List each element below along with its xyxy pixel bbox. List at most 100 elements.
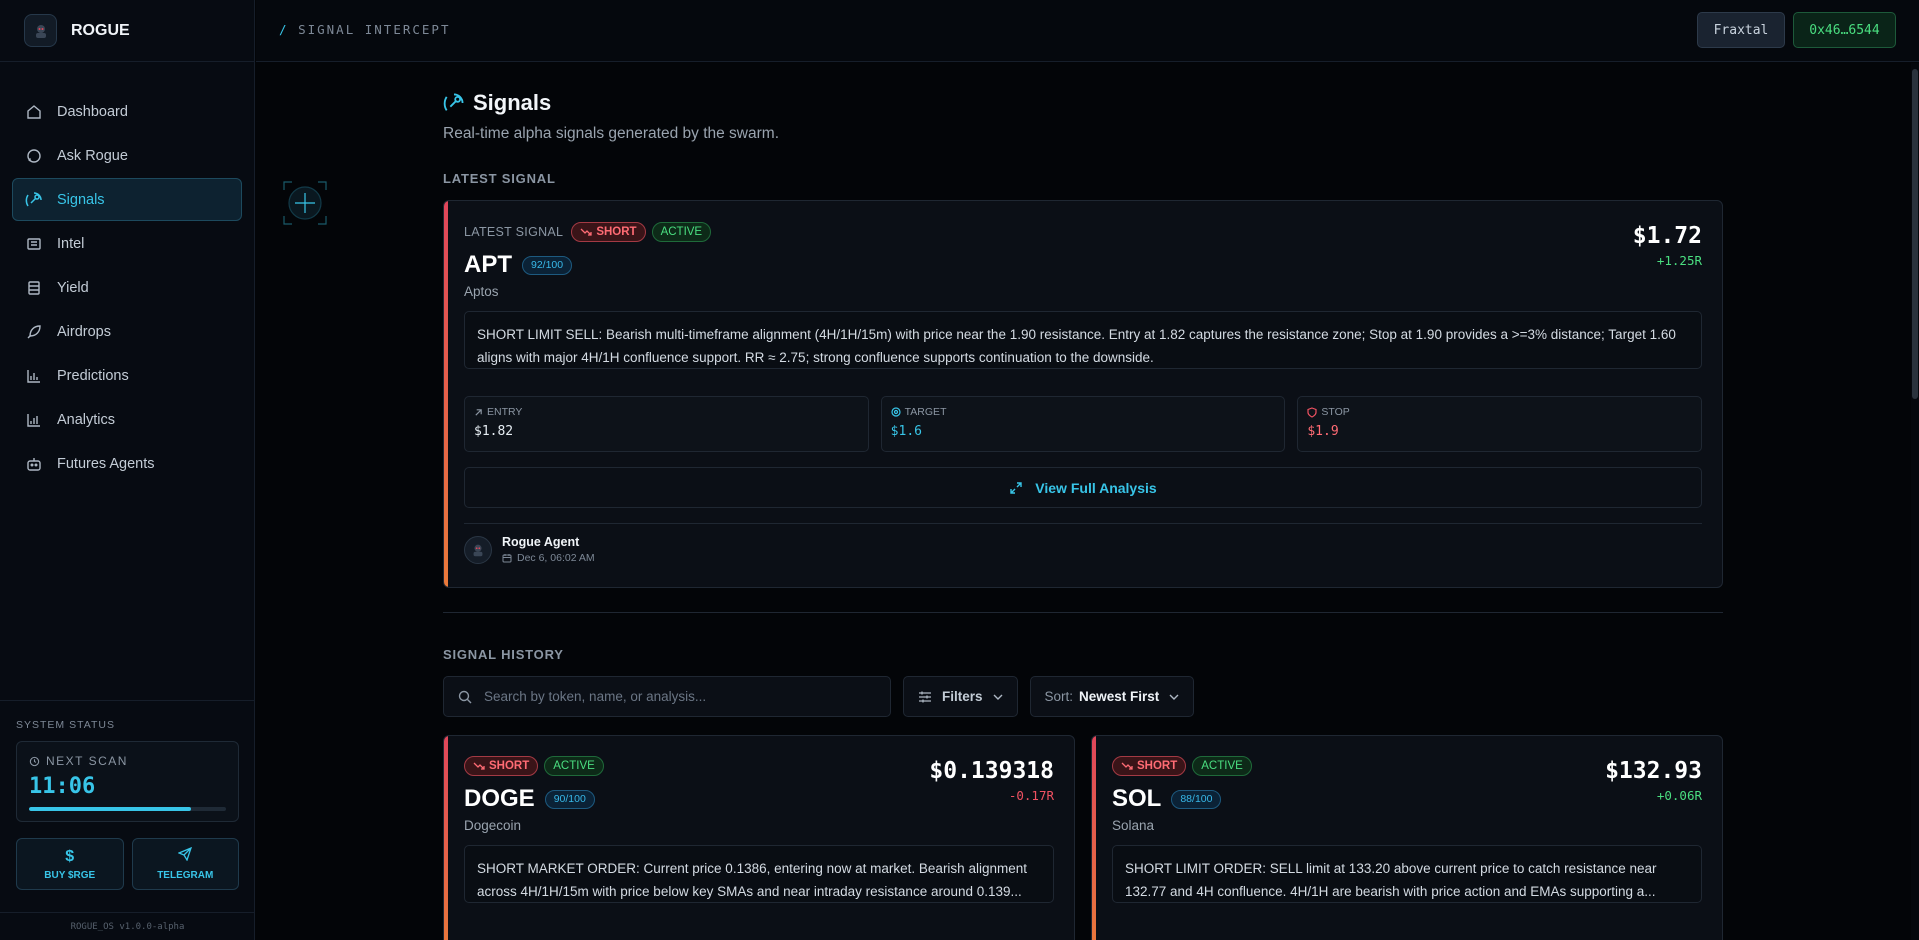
sidebar-item-predictions[interactable]: Predictions bbox=[12, 354, 242, 397]
status-badge: ACTIVE bbox=[651, 222, 712, 242]
sidebar-item-intel[interactable]: Intel bbox=[12, 222, 242, 265]
status-badge: ACTIVE bbox=[544, 756, 604, 776]
view-full-analysis-button[interactable]: View Full Analysis bbox=[464, 467, 1702, 508]
signal-timestamp: Dec 6, 06:02 AM bbox=[517, 552, 595, 564]
buy-rge-button[interactable]: $ BUY $RGE bbox=[16, 838, 124, 890]
scan-progress-bar bbox=[29, 807, 226, 811]
home-icon bbox=[25, 103, 43, 121]
telegram-label: TELEGRAM bbox=[157, 870, 214, 881]
current-price: $0.139318 bbox=[929, 758, 1054, 784]
top-header: / SIGNAL INTERCEPT Fraxtal 0x46…6544 bbox=[256, 0, 1919, 62]
breadcrumb-slash: / bbox=[279, 22, 289, 37]
ticker: SOL bbox=[1112, 785, 1162, 812]
sidebar-item-label: Intel bbox=[57, 235, 85, 252]
sidebar-item-airdrops[interactable]: Airdrops bbox=[12, 310, 242, 353]
ticker: DOGE bbox=[464, 785, 535, 812]
sidebar-item-label: Analytics bbox=[57, 411, 116, 428]
clock-icon bbox=[29, 756, 40, 766]
sidebar: ROGUE Dashboard Ask Rogue Signals Intel … bbox=[0, 0, 255, 940]
brand-name: ROGUE bbox=[71, 21, 130, 39]
chat-icon bbox=[25, 147, 43, 165]
arrow-up-right-icon bbox=[475, 408, 482, 416]
telegram-button[interactable]: TELEGRAM bbox=[131, 838, 239, 890]
main-content: Signals Real-time alpha signals generate… bbox=[256, 63, 1919, 940]
network-button[interactable]: Fraxtal bbox=[1697, 12, 1785, 48]
chevron-down-icon bbox=[993, 694, 1003, 700]
dollar-icon: $ bbox=[65, 847, 75, 865]
signal-history-heading: SIGNAL HISTORY bbox=[443, 647, 564, 662]
page-title: Signals bbox=[473, 90, 552, 115]
signal-analysis: SHORT LIMIT ORDER: SELL limit at 133.20 … bbox=[1112, 845, 1702, 903]
entry-metric: ENTRY $1.82 bbox=[464, 396, 869, 452]
target-metric: TARGET $1.6 bbox=[880, 396, 1286, 452]
trend-down-icon bbox=[1121, 762, 1133, 770]
signal-analysis: SHORT LIMIT SELL: Bearish multi-timefram… bbox=[464, 311, 1702, 369]
sidebar-nav: Dashboard Ask Rogue Signals Intel Yield … bbox=[0, 62, 254, 485]
rogue-logo-icon bbox=[24, 14, 57, 47]
trend-down-icon bbox=[580, 228, 592, 236]
scrollbar[interactable] bbox=[1911, 63, 1919, 940]
page-subtitle: Real-time alpha signals generated by the… bbox=[443, 125, 780, 142]
ticker: APT bbox=[464, 251, 512, 278]
breadcrumb: / SIGNAL INTERCEPT bbox=[279, 22, 450, 37]
token-name: Dogecoin bbox=[464, 818, 522, 833]
status-badge: ACTIVE bbox=[1192, 756, 1252, 776]
filters-button[interactable]: Filters bbox=[903, 676, 1018, 717]
token-name: Aptos bbox=[464, 284, 499, 299]
sidebar-item-futures-agents[interactable]: Futures Agents bbox=[12, 442, 242, 485]
token-name: Solana bbox=[1112, 818, 1155, 833]
direction-badge: SHORT bbox=[1112, 756, 1187, 776]
sidebar-item-label: Futures Agents bbox=[57, 455, 155, 472]
sort-select[interactable]: Sort: Newest First bbox=[1029, 676, 1195, 717]
send-icon bbox=[177, 846, 193, 866]
sidebar-item-signals[interactable]: Signals bbox=[12, 178, 242, 221]
trend-down-icon bbox=[473, 762, 485, 770]
sidebar-item-analytics[interactable]: Analytics bbox=[12, 398, 242, 441]
sidebar-item-yield[interactable]: Yield bbox=[12, 266, 242, 309]
expand-icon bbox=[1010, 481, 1022, 494]
direction-badge: SHORT bbox=[571, 222, 646, 242]
entry-value: $1.82 bbox=[474, 424, 514, 439]
sort-label: Sort: bbox=[1044, 689, 1074, 704]
r-multiple: -0.17R bbox=[1008, 788, 1054, 803]
buy-rge-label: BUY $RGE bbox=[44, 869, 96, 881]
brand[interactable]: ROGUE bbox=[0, 0, 254, 62]
newspaper-icon bbox=[25, 235, 43, 253]
search-input[interactable]: Search by token, name, or analysis... bbox=[443, 676, 891, 717]
satellite-icon bbox=[25, 191, 43, 209]
calendar-icon bbox=[502, 554, 512, 563]
signal-card[interactable]: SHORT ACTIVE SOL 88/100 Solana $132.93 +… bbox=[1091, 735, 1723, 940]
target-icon bbox=[891, 407, 901, 417]
latest-signal-card: LATEST SIGNAL SHORT ACTIVE APT 92/100 Ap… bbox=[443, 200, 1723, 588]
search-placeholder: Search by token, name, or analysis... bbox=[484, 689, 707, 704]
bot-icon bbox=[25, 455, 43, 473]
filter-sliders-icon bbox=[919, 691, 931, 702]
chevron-down-icon bbox=[1169, 694, 1179, 700]
r-multiple: +0.06R bbox=[1656, 788, 1702, 803]
score-badge: 90/100 bbox=[544, 789, 595, 809]
rocket-icon bbox=[25, 323, 43, 341]
sidebar-item-label: Yield bbox=[57, 279, 89, 296]
sidebar-item-label: Airdrops bbox=[57, 323, 111, 340]
bar-chart-icon bbox=[25, 367, 43, 385]
next-scan-label: NEXT SCAN bbox=[46, 754, 128, 768]
agent-avatar bbox=[464, 535, 492, 564]
next-scan-time: 11:06 bbox=[29, 774, 96, 799]
target-value: $1.6 bbox=[890, 424, 922, 439]
scan-progress-fill bbox=[29, 807, 191, 811]
scrollbar-thumb[interactable] bbox=[1912, 69, 1918, 399]
latest-signal-heading: LATEST SIGNAL bbox=[443, 171, 556, 186]
app-version: ROGUE_OS v1.0.0-alpha bbox=[0, 912, 255, 940]
wallet-address-button[interactable]: 0x46…6544 bbox=[1793, 12, 1896, 48]
coins-icon bbox=[25, 279, 43, 297]
sidebar-item-label: Signals bbox=[57, 191, 105, 208]
sidebar-item-dashboard[interactable]: Dashboard bbox=[12, 90, 242, 133]
breadcrumb-text: SIGNAL INTERCEPT bbox=[298, 22, 451, 37]
sidebar-item-label: Dashboard bbox=[57, 103, 128, 120]
sidebar-item-label: Ask Rogue bbox=[57, 147, 128, 164]
system-status-title: SYSTEM STATUS bbox=[16, 719, 115, 731]
search-icon bbox=[458, 690, 472, 703]
sidebar-item-label: Predictions bbox=[57, 367, 129, 384]
sidebar-item-ask-rogue[interactable]: Ask Rogue bbox=[12, 134, 242, 177]
signal-card[interactable]: SHORT ACTIVE DOGE 90/100 Dogecoin $0.139… bbox=[443, 735, 1075, 940]
